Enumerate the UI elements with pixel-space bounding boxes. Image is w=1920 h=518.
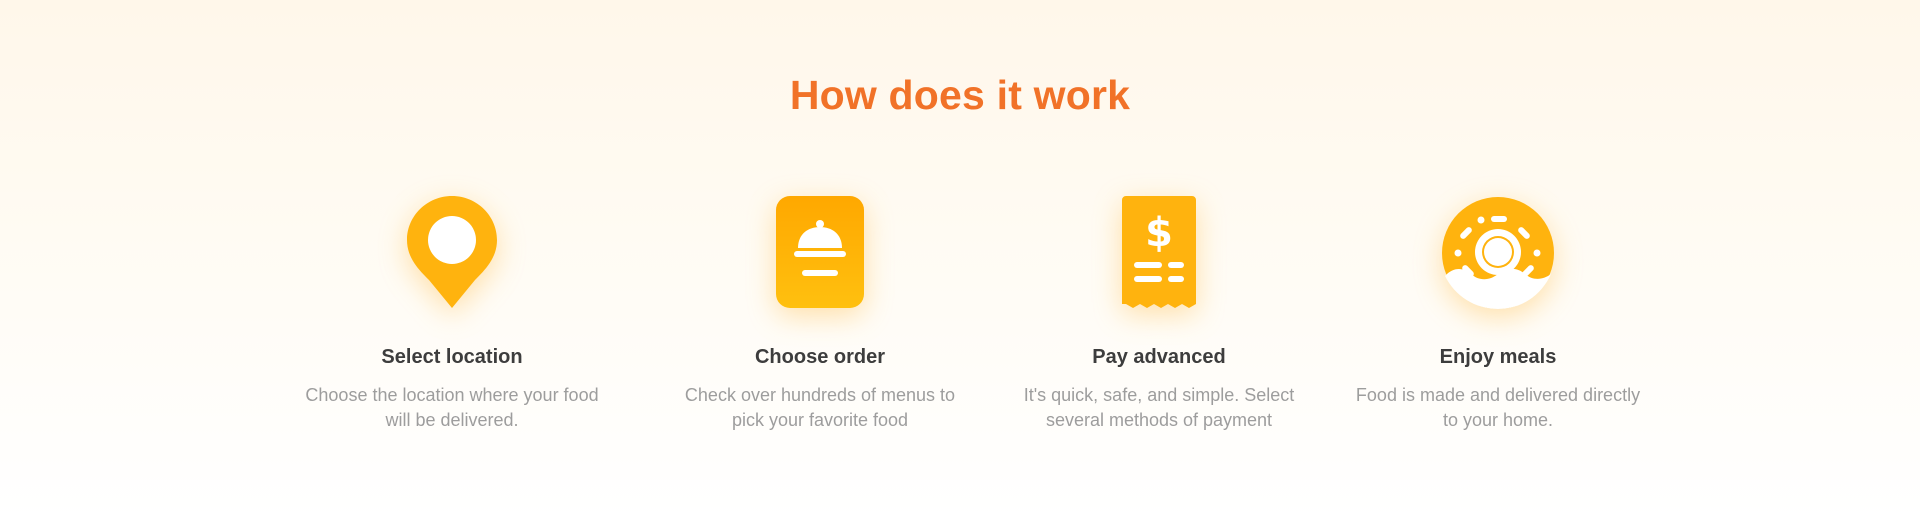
step-choose-order: Choose order Check over hundreds of menu… — [660, 196, 980, 433]
step-title: Select location — [381, 346, 523, 368]
step-pay-advanced: $ Pay advanced It's quick, safe, and sim… — [999, 196, 1319, 433]
step-description: Choose the location where your food will… — [305, 385, 599, 430]
svg-text:$: $ — [1145, 210, 1173, 256]
step-title: Choose order — [754, 346, 886, 368]
location-pin-icon — [292, 196, 612, 312]
step-enjoy-meals: Enjoy meals Food is made and delivered d… — [1338, 196, 1658, 433]
step-title: Pay advanced — [1092, 346, 1226, 368]
how-it-works-section: How does it work Select location Choose … — [0, 0, 1920, 518]
section-title: How does it work — [789, 72, 1131, 118]
step-select-location: Select location Choose the location wher… — [292, 196, 612, 433]
donut-icon — [1338, 196, 1658, 312]
step-description: It's quick, safe, and simple. Select sev… — [1023, 385, 1295, 430]
step-description: Food is made and delivered directly to y… — [1355, 385, 1641, 430]
food-order-icon — [660, 196, 980, 312]
step-description: Check over hundreds of menus to pick you… — [684, 385, 956, 430]
step-title: Enjoy meals — [1439, 346, 1557, 368]
receipt-dollar-icon: $ — [999, 196, 1319, 312]
